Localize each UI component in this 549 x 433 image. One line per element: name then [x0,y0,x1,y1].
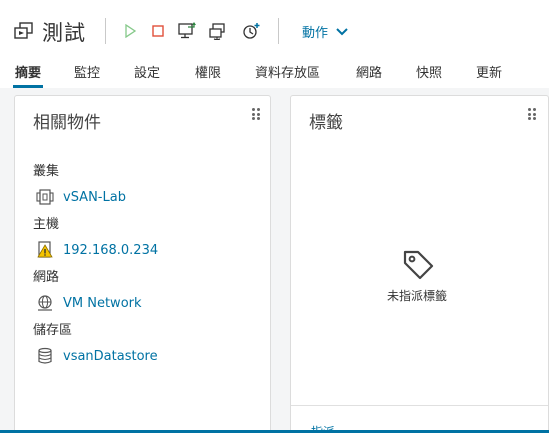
snapshot-icon [243,23,260,39]
storage-row: vsanDatastore [36,347,158,365]
related-objects-title: 相關物件 [33,113,101,133]
chevron-down-icon [336,27,348,35]
related-objects-card [14,95,271,433]
power-off-button[interactable] [147,20,169,42]
no-tags-message: 未指派標籤 [387,289,448,303]
stop-icon [152,25,164,37]
actions-menu-button[interactable]: 動作 [302,22,348,41]
vm-icon [14,22,34,40]
tab-summary[interactable]: 摘要 [12,62,44,88]
datastore-icon [36,347,54,365]
host-row: 192.168.0.234 [36,241,158,259]
migrate-button[interactable] [207,20,229,42]
vm-title: 測試 [42,21,86,45]
tab-networks[interactable]: 網路 [356,62,382,88]
launch-console-button[interactable] [176,20,198,42]
tab-permissions[interactable]: 權限 [195,62,221,88]
play-icon [125,24,137,38]
host-link[interactable]: 192.168.0.234 [63,243,158,258]
migrate-icon [209,23,225,40]
cluster-link[interactable]: vSAN-Lab [63,190,126,205]
tab-bar: 摘要 監控 設定 權限 資料存放區 網路 快照 更新 [0,56,549,88]
object-header: 測試 動作 [0,0,549,56]
tag-icon [401,248,435,284]
host-label: 主機 [33,217,60,232]
tab-updates[interactable]: 更新 [476,62,502,88]
toolbar-separator [278,18,279,44]
storage-label: 儲存區 [33,323,73,338]
host-warning-icon [36,241,54,259]
network-link[interactable]: VM Network [63,296,142,311]
tab-snapshots[interactable]: 快照 [416,62,442,88]
network-row: VM Network [36,294,142,312]
tab-datastores[interactable]: 資料存放區 [255,62,320,88]
drag-handle-icon[interactable] [528,108,536,120]
network-label: 網路 [33,270,60,285]
tags-title: 標籤 [309,113,343,133]
tab-configure[interactable]: 設定 [134,62,160,88]
network-icon [36,294,54,312]
cluster-label: 叢集 [33,164,60,179]
cluster-icon [36,188,54,206]
actions-label: 動作 [302,26,329,41]
power-on-button[interactable] [119,20,141,42]
console-icon [178,22,196,39]
toolbar-separator [105,18,106,44]
cluster-row: vSAN-Lab [36,188,126,206]
snapshot-button[interactable] [240,20,262,42]
drag-handle-icon[interactable] [252,108,260,120]
tags-footer-divider [291,405,548,406]
datastore-link[interactable]: vsanDatastore [63,349,158,364]
tab-monitor[interactable]: 監控 [74,62,100,88]
